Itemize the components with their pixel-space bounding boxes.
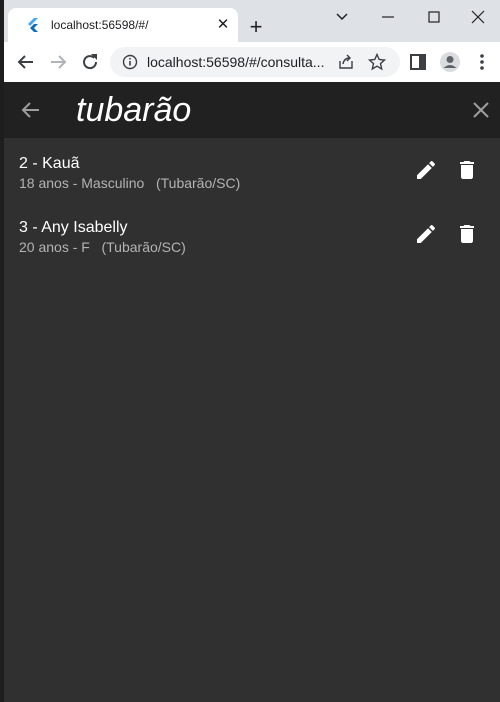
bookmark-star-icon[interactable] [368,53,386,71]
item-title: 3 - Any Isabelly [19,219,128,236]
new-tab-button[interactable]: + [244,15,268,39]
list-item[interactable]: 3 - Any Isabelly 20 anos - F (Tubarão/SC… [4,202,500,266]
pencil-icon[interactable] [414,222,438,246]
reload-icon[interactable] [78,50,102,74]
arrow-back-icon[interactable] [18,97,44,123]
address-bar[interactable]: localhost:56598/#/consulta... [110,47,400,77]
forward-icon[interactable] [46,50,70,74]
close-icon[interactable] [470,99,492,121]
app-bar: tubarão [4,82,500,138]
tab-title: localhost:56598/#/ [51,18,149,32]
browser-window: localhost:56598/#/ ✕ + localhost:56598/#… [4,0,500,702]
item-subtitle: 20 anos - F (Tubarão/SC) [19,239,186,255]
item-title: 2 - Kauã [19,155,80,172]
trash-icon[interactable] [455,158,479,182]
browser-toolbar: localhost:56598/#/consulta... [4,42,500,82]
profile-avatar-icon[interactable] [438,50,462,74]
url-text[interactable]: localhost:56598/#/consulta... [147,54,324,70]
tab-strip: localhost:56598/#/ ✕ + [4,0,500,42]
window-close-icon[interactable] [466,6,490,28]
more-menu-icon[interactable] [470,50,494,74]
item-subtitle: 18 anos - Masculino (Tubarão/SC) [19,175,241,191]
trash-icon[interactable] [455,222,479,246]
side-panel-icon[interactable] [406,50,430,74]
search-input[interactable]: tubarão [76,90,191,130]
pencil-icon[interactable] [414,158,438,182]
maximize-icon[interactable] [422,6,446,28]
share-icon[interactable] [337,53,355,71]
tab-close-icon[interactable]: ✕ [214,16,232,34]
flutter-icon [28,18,38,32]
site-info-icon[interactable] [122,54,138,70]
tab-search-icon[interactable] [330,6,354,28]
browser-tab[interactable]: localhost:56598/#/ ✕ [8,8,238,42]
results-list: 2 - Kauã 18 anos - Masculino (Tubarão/SC… [4,138,500,266]
back-icon[interactable] [14,50,38,74]
minimize-icon[interactable] [376,6,400,28]
list-item[interactable]: 2 - Kauã 18 anos - Masculino (Tubarão/SC… [4,138,500,202]
